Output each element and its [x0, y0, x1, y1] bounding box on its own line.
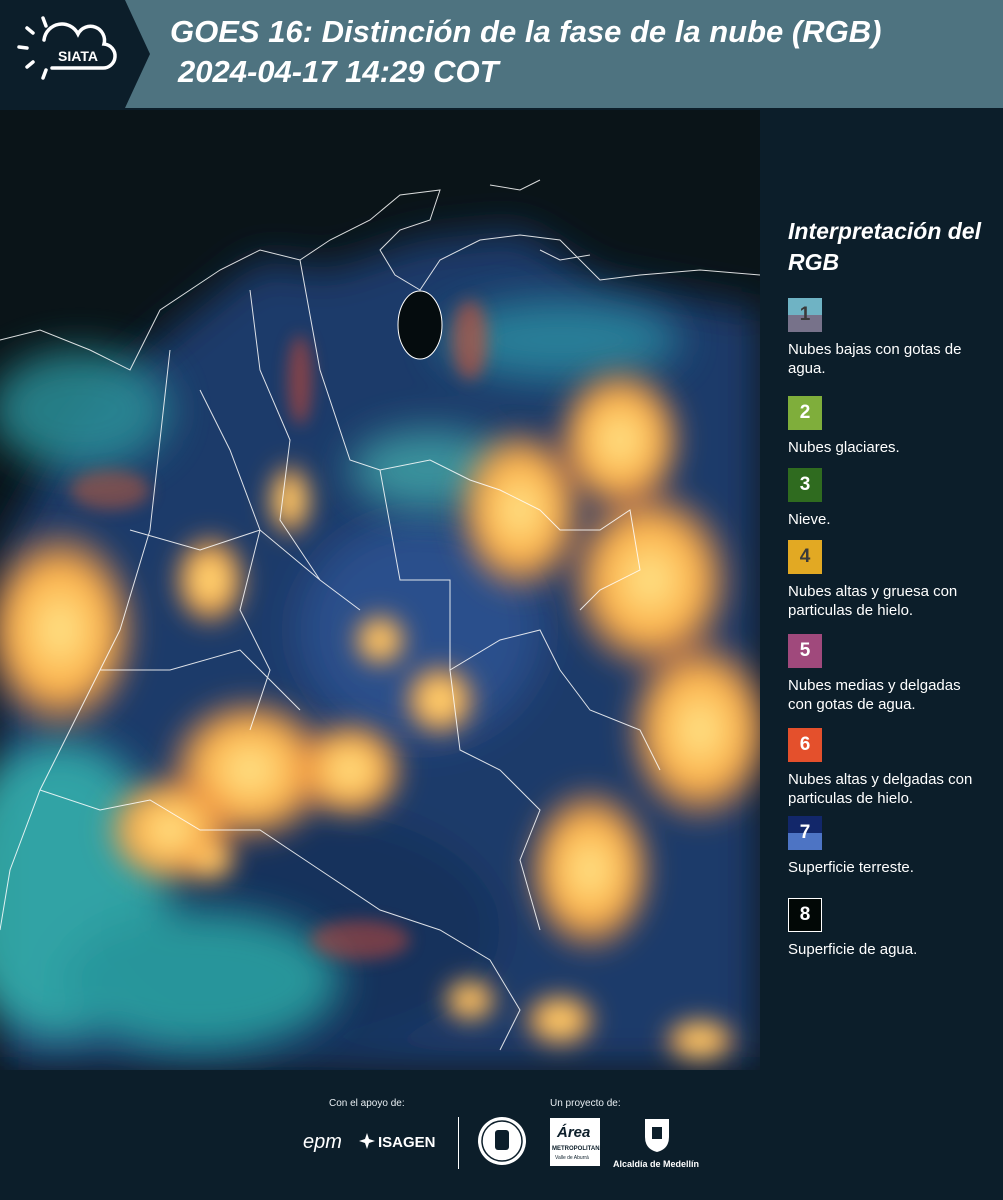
legend-number: 2 [799, 402, 811, 423]
legend-swatch: 1 [788, 298, 822, 332]
footer-divider [458, 1117, 459, 1169]
legend-item: 5 Nubes medias y delgadas con gotas de ag… [788, 634, 988, 714]
seal-icon [477, 1116, 527, 1171]
legend-item: 2 Nubes glaciares. [788, 396, 988, 457]
legend-number: 4 [799, 546, 811, 567]
legend-title: Interpretación del RGB [788, 218, 981, 275]
legend-label: Nubes altas y delgadas con particulas de… [788, 771, 973, 807]
legend-number: 7 [799, 822, 811, 843]
legend-label: Nieve. [788, 511, 831, 528]
legend-item: 7 Superficie terreste. [788, 816, 988, 877]
epm-logo: epm [303, 1131, 342, 1153]
siata-logo: SIATA [0, 0, 150, 108]
legend-label: Nubes glaciares. [788, 439, 900, 456]
legend-swatch: 8 [788, 898, 822, 932]
legend-panel: Interpretación del RGB 1 Nubes bajas con … [760, 110, 1003, 1070]
page-timestamp: 2024-04-17 14:29 COT [178, 54, 499, 89]
isagen-logo: ISAGEN [378, 1134, 436, 1151]
legend-label: Superficie terreste. [788, 859, 914, 876]
legend-swatch: 2 [788, 396, 822, 430]
legend-number: 6 [799, 734, 811, 755]
legend-number: 8 [799, 904, 811, 925]
legend-item: 4 Nubes altas y gruesa con particulas de … [788, 540, 988, 620]
legend-number: 1 [799, 304, 811, 325]
legend-swatch: 5 [788, 634, 822, 668]
lake-shape [397, 290, 443, 360]
legend-number: 3 [799, 474, 811, 495]
legend-swatch: 4 [788, 540, 822, 574]
footer: Con el apoyo de: Un proyecto de: epm ISA… [0, 1070, 1003, 1200]
alcaldia-shield-icon [643, 1117, 671, 1158]
isagen-icon [359, 1133, 375, 1154]
legend-label: Superficie de agua. [788, 941, 918, 958]
legend-number: 5 [799, 640, 811, 661]
legend-label: Nubes altas y gruesa con particulas de h… [788, 583, 958, 619]
page-title: GOES 16: Distinción de la fase de la nub… [170, 14, 882, 49]
legend-label: Nubes bajas con gotas de agua. [788, 341, 962, 377]
legend-label: Nubes medias y delgadas con gotas de agu… [788, 677, 961, 713]
satellite-map [0, 110, 760, 1070]
legend-item: 1 Nubes bajas con gotas de agua. [788, 298, 988, 378]
alcaldia-logo: Alcaldía de Medellín [613, 1159, 700, 1169]
legend-swatch: 7 [788, 816, 822, 850]
header-bar: SIATA GOES 16: Distinción de la fase de … [0, 0, 1003, 108]
siata-logo-text: SIATA [58, 48, 98, 64]
legend-item: 8 Superficie de agua. [788, 898, 988, 959]
legend-item: 6 Nubes altas y delgadas con particulas d… [788, 728, 988, 808]
support-caption: Con el apoyo de: [329, 1098, 405, 1109]
legend-swatch: 3 [788, 468, 822, 502]
legend-item: 3 Nieve. [788, 468, 988, 529]
area-metropolitana-logo: Área METROPOLITANA Valle de Aburrá [550, 1118, 604, 1166]
project-caption: Un proyecto de: [550, 1098, 621, 1109]
legend-swatch: 6 [788, 728, 822, 762]
